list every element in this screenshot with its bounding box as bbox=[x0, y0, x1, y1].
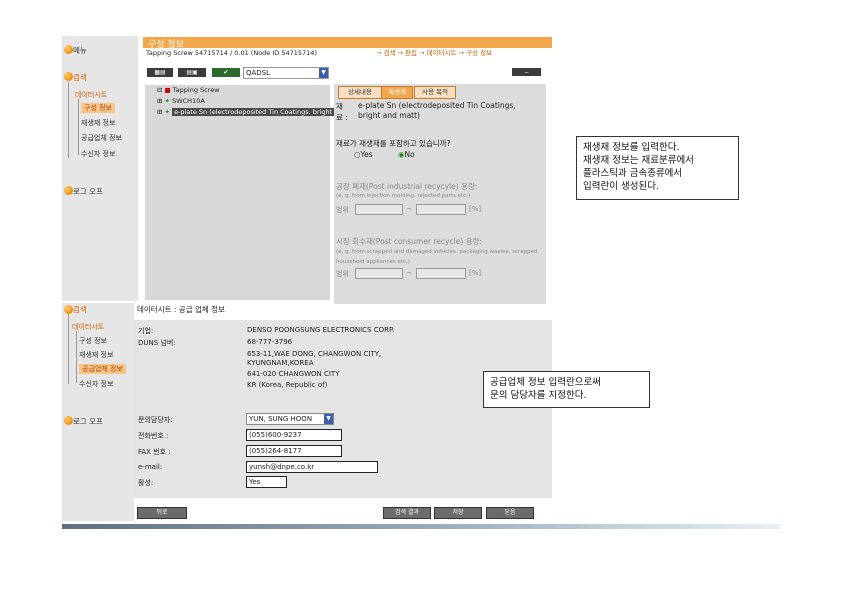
range-label: 범위 bbox=[336, 206, 349, 214]
select-value: QADSL bbox=[246, 69, 271, 77]
logout-bullet-icon bbox=[64, 186, 73, 195]
material-icon: ✦ bbox=[164, 108, 170, 116]
tab-purpose[interactable]: 사용 목적 bbox=[414, 86, 456, 99]
expand-icon[interactable]: ⊞ bbox=[157, 108, 162, 116]
percent-unit: [%] bbox=[469, 205, 482, 213]
material-label: 재료 : bbox=[336, 102, 348, 122]
chevron-down-icon[interactable]: ▼ bbox=[324, 414, 333, 424]
post-consumer-max[interactable] bbox=[416, 268, 466, 279]
nav-leaf-recycled[interactable]: 재생재 정보 bbox=[79, 350, 113, 360]
email-label: e-mail: bbox=[138, 463, 163, 471]
nav-leaf-recycled[interactable]: 재생재 정보 bbox=[81, 118, 115, 128]
nav-leaf-recipient[interactable]: 수신자 정보 bbox=[79, 379, 113, 389]
tree-node[interactable]: ⊟ ■ Tapping Screw bbox=[157, 86, 220, 94]
back-button[interactable]: 뒤로 bbox=[137, 507, 187, 519]
nav-logout[interactable]: 로그 오프 bbox=[73, 416, 103, 427]
range-separator: ~ bbox=[406, 205, 412, 213]
fax-label: FAX 번호 : bbox=[138, 448, 171, 456]
toolbar-button-1[interactable]: ▦▤ bbox=[147, 68, 173, 77]
active-input[interactable]: Yes bbox=[246, 476, 287, 488]
active-label: 활성: bbox=[138, 479, 154, 487]
nav-leaf-supplier[interactable]: 공급업체 정보 bbox=[81, 133, 122, 143]
email-input[interactable]: yunsh@dnpe.co.kr bbox=[246, 461, 378, 473]
post-consumer-title: 시장 회수재(Post consumer recycle) 용량: bbox=[336, 237, 482, 246]
tab-details[interactable]: 상세내용 bbox=[338, 86, 382, 99]
recycle-question: 재료가 재생재를 포함하고 있습니까? bbox=[336, 139, 451, 148]
phone-input[interactable]: (055)600-9237 bbox=[246, 429, 342, 441]
post-industrial-example: (e. g. from injection molding, rejected … bbox=[336, 193, 471, 199]
search-bullet-icon bbox=[64, 305, 73, 314]
post-industrial-title: 공장 폐재(Post industrial recycyle) 용량: bbox=[336, 182, 478, 191]
nav-tree-line bbox=[78, 99, 79, 155]
save-button[interactable]: 저장 bbox=[434, 507, 482, 519]
close-button[interactable]: 닫음 bbox=[486, 507, 534, 519]
nav-search[interactable]: 검색 bbox=[73, 304, 87, 315]
nav-leaf-recipient[interactable]: 수신자 정보 bbox=[81, 149, 115, 159]
search-bullet-icon bbox=[64, 72, 73, 81]
radio-yes[interactable]: ○Yes bbox=[354, 150, 373, 159]
toolbar-select[interactable]: QADSL ▼ bbox=[243, 67, 329, 79]
tree-node-selected[interactable]: e-plate Sn (electrodeposited Tin Coating… bbox=[172, 108, 341, 116]
part-icon: ■ bbox=[164, 86, 171, 94]
chevron-down-icon[interactable]: ▼ bbox=[319, 68, 328, 78]
company-value: DENSO POONGSUNG ELECTRONICS CORP. bbox=[247, 326, 395, 334]
post-consumer-min[interactable] bbox=[355, 268, 403, 279]
callout-recycled: 재생재 정보를 입력한다. 재생재 정보는 재료분류에서 플라스틱과 금속종류에… bbox=[576, 136, 739, 200]
tab-recycled[interactable]: 재생재 bbox=[381, 86, 413, 99]
material-value: e-plate Sn (electrodeposited Tin Coating… bbox=[358, 101, 516, 120]
company-label: 기업: bbox=[138, 327, 154, 335]
nav-tree-line bbox=[68, 314, 69, 384]
post-industrial-min[interactable] bbox=[355, 204, 403, 215]
range-separator: ~ bbox=[406, 269, 412, 277]
fax-input[interactable]: (055)264-8177 bbox=[246, 445, 342, 457]
percent-unit: [%] bbox=[469, 269, 482, 277]
callout-supplier: 공급업체 정보 입력란으로써 문의 담당자를 지정한다. bbox=[483, 371, 650, 408]
radio-no[interactable]: ◉No bbox=[398, 150, 415, 159]
phone-label: 전화번호 : bbox=[138, 432, 169, 440]
contact-value: YUN, SUNG HOON bbox=[249, 415, 313, 423]
address-line-2: KYUNGNAM,KOREA bbox=[247, 359, 314, 367]
collapse-button[interactable]: − bbox=[512, 68, 541, 76]
nav-search[interactable]: 검색 bbox=[73, 72, 87, 83]
material-icon: ✦ bbox=[164, 97, 170, 105]
tree-node[interactable]: ⊞ ✦ SWCH10A bbox=[157, 97, 205, 105]
nav-datasheet[interactable]: 데이터시트 bbox=[75, 90, 107, 100]
nav-tree-line bbox=[68, 82, 69, 158]
post-industrial-max[interactable] bbox=[416, 204, 466, 215]
menu-bullet-icon bbox=[64, 45, 73, 54]
expand-icon[interactable]: ⊞ bbox=[157, 97, 162, 105]
expand-icon[interactable]: ⊟ bbox=[157, 86, 162, 94]
search-result-button[interactable]: 검색 결과 bbox=[383, 507, 431, 519]
nav-leaf-supplier[interactable]: 공급업체 정보 bbox=[79, 364, 126, 374]
address-line-3: 641-020 CHANGWON CITY bbox=[247, 370, 340, 378]
item-path: Tapping Screw 54715714 / 0.01 (Node ID 5… bbox=[146, 49, 317, 57]
nav-leaf-composition[interactable]: 구성 정보 bbox=[81, 103, 115, 113]
toolbar-button-3[interactable]: ✔ bbox=[212, 68, 240, 77]
folder-icon: ▤▣ bbox=[186, 69, 198, 76]
supplier-header: 데이터시트 : 공급 업체 정보 bbox=[137, 305, 225, 314]
range-label: 범위 bbox=[336, 270, 349, 278]
nav-menu[interactable]: 메뉴 bbox=[73, 45, 87, 56]
toolbar-button-2[interactable]: ▤▣ bbox=[178, 68, 206, 77]
footer-divider bbox=[62, 524, 780, 529]
contact-select[interactable]: YUN, SUNG HOON ▼ bbox=[246, 413, 334, 425]
contact-label: 문의담당자: bbox=[138, 416, 173, 424]
post-consumer-example: (e. g. from scrapped and damaged vehicle… bbox=[336, 249, 538, 265]
grid-icon: ▦▤ bbox=[154, 69, 166, 76]
nav-tree-line bbox=[76, 331, 77, 383]
breadcrumb[interactable]: → 검색 → 편집 → 데이터시트 → 구성 정보 bbox=[376, 47, 492, 57]
nav-leaf-composition[interactable]: 구성 정보 bbox=[79, 336, 107, 346]
address-line-4: KR (Korea, Republic of) bbox=[247, 381, 328, 389]
logout-bullet-icon bbox=[64, 416, 73, 425]
duns-value: 68-777-3796 bbox=[247, 338, 293, 346]
duns-label: DUNS 넘버: bbox=[138, 339, 176, 347]
nav-logout[interactable]: 로그 오프 bbox=[73, 186, 103, 197]
component-tree bbox=[145, 85, 330, 300]
tree-node[interactable]: ⊞ ✦ e-plate Sn (electrodeposited Tin Coa… bbox=[157, 108, 341, 116]
address-line-1: 653-11,WAE DONG, CHANGWON CITY, bbox=[247, 350, 382, 358]
check-icon: ✔ bbox=[223, 69, 229, 76]
